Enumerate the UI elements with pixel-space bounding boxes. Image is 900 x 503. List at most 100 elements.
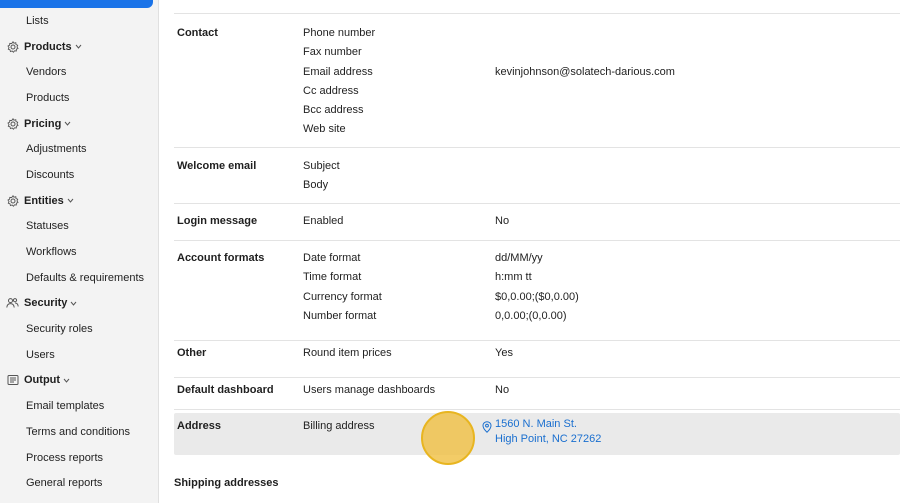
contact-row: Contact Phone number Fax number Email ad… — [174, 24, 900, 148]
email-value: kevinjohnson@solatech-darious.com — [495, 65, 675, 78]
sidebar-section-label: Output — [24, 374, 61, 387]
sidebar-item-terms-and-conditions[interactable]: Terms and conditions — [0, 419, 158, 445]
sidebar-item-label: General reports — [26, 477, 103, 490]
sidebar-section-products[interactable]: Products — [0, 34, 158, 60]
field-body: Body — [303, 179, 329, 192]
login-message-label: Login message — [177, 215, 258, 227]
billing-address-link[interactable]: 1560 N. Main St. High Point, NC 27262 — [482, 417, 601, 447]
gear-icon — [6, 194, 19, 207]
number-format-value: 0,0.00;(0,0.00) — [495, 309, 567, 322]
partial-row — [174, 0, 900, 14]
sidebar-item-label: Email templates — [26, 400, 105, 413]
field-bcc-address: Bcc address — [303, 104, 364, 117]
chevron-down-icon — [67, 197, 74, 204]
sidebar-section-label: Entities — [24, 194, 64, 207]
welcome-email-label: Welcome email — [177, 160, 257, 172]
sidebar-item-label: Lists — [26, 14, 49, 27]
contact-label: Contact — [177, 27, 218, 39]
login-enabled-value: No — [495, 215, 510, 227]
sidebar-section-pricing[interactable]: Pricing — [0, 111, 158, 137]
address-row[interactable]: Address Billing address 1560 N. Main St.… — [174, 413, 900, 455]
address-label: Address — [177, 420, 222, 432]
sidebar-item-label: Discounts — [26, 168, 75, 181]
field-date-format: Date format — [303, 252, 361, 264]
sidebar-section-entities[interactable]: Entities — [0, 188, 158, 214]
gear-icon — [6, 117, 19, 130]
address-line-1[interactable]: 1560 N. Main St. — [495, 417, 601, 432]
sidebar-item-label: Terms and conditions — [26, 425, 130, 438]
shipping-addresses-heading: Shipping addresses — [174, 477, 279, 489]
sidebar-item-statuses[interactable]: Statuses — [0, 214, 158, 240]
chevron-down-icon — [64, 120, 71, 127]
field-billing-address: Billing address — [303, 420, 375, 432]
field-phone-number: Phone number — [303, 27, 376, 39]
currency-format-value: $0,0.00;($0,0.00) — [495, 290, 579, 303]
default-dashboard-label: Default dashboard — [177, 384, 274, 396]
field-round-item-prices: Round item prices — [303, 347, 392, 359]
field-cc-address: Cc address — [303, 84, 359, 97]
sidebar-item-label: Statuses — [26, 220, 69, 233]
sidebar-item-users[interactable]: Users — [0, 342, 158, 368]
sidebar-item-products[interactable]: Products — [0, 85, 158, 111]
field-currency-format: Currency format — [303, 290, 382, 303]
field-fax-number: Fax number — [303, 46, 362, 59]
sidebar-section-security[interactable]: Security — [0, 291, 158, 317]
chevron-down-icon — [70, 300, 77, 307]
sidebar-item-security-roles[interactable]: Security roles — [0, 316, 158, 342]
time-format-value: h:mm tt — [495, 271, 532, 284]
field-time-format: Time format — [303, 271, 362, 284]
sidebar-item-label: Workflows — [26, 246, 77, 259]
sidebar-item-adjustments[interactable]: Adjustments — [0, 136, 158, 162]
sidebar-item-vendors[interactable]: Vendors — [0, 59, 158, 85]
chevron-down-icon — [75, 43, 82, 50]
location-pin-icon — [482, 421, 492, 433]
sidebar-section-label: Security — [24, 297, 68, 310]
sidebar-item-label: Vendors — [26, 66, 67, 79]
sidebar-item-label: Adjustments — [26, 143, 87, 156]
output-icon — [6, 374, 19, 387]
welcome-email-fields: Subject Body — [303, 157, 340, 196]
sidebar-item-label: Users — [26, 348, 55, 361]
field-users-manage-dashboards: Users manage dashboards — [303, 384, 436, 396]
users-manage-dashboards-value: No — [495, 384, 510, 396]
field-enabled: Enabled — [303, 215, 344, 227]
welcome-email-row: Welcome email Subject Body — [174, 157, 900, 204]
gear-icon — [6, 40, 19, 53]
field-email-address: Email address — [303, 65, 373, 78]
sidebar-item-label: Process reports — [26, 451, 104, 464]
sidebar-item-email-templates[interactable]: Email templates — [0, 393, 158, 419]
contact-values: kevinjohnson@solatech-darious.com — [495, 63, 675, 82]
sidebar-item-general-reports[interactable]: General reports — [0, 470, 158, 496]
chevron-down-icon — [63, 377, 70, 384]
other-label: Other — [177, 347, 207, 359]
address-line-2[interactable]: High Point, NC 27262 — [495, 432, 601, 447]
sidebar-item-defaults-requirements[interactable]: Defaults & requirements — [0, 265, 158, 291]
field-number-format: Number format — [303, 309, 377, 322]
sidebar-item-workflows[interactable]: Workflows — [0, 239, 158, 265]
contact-fields: Phone number Fax number Email address Cc… — [303, 24, 375, 140]
sidebar-item-label: Security roles — [26, 323, 93, 336]
users-icon — [6, 297, 19, 310]
account-formats-values: dd/MM/yy h:mm tt $0,0.00;($0,0.00) 0,0.0… — [495, 249, 579, 326]
main-content: Contact Phone number Fax number Email ad… — [160, 0, 900, 503]
account-formats-row: Account formats Date format Time format … — [174, 249, 900, 341]
click-indicator — [421, 411, 475, 465]
default-dashboard-row: Default dashboard Users manage dashboard… — [174, 381, 900, 410]
field-web-site: Web site — [303, 123, 346, 136]
sidebar-item-label: Products — [26, 91, 70, 104]
other-row: Other Round item prices Yes — [174, 344, 900, 378]
sidebar-section-label: Pricing — [24, 117, 62, 130]
round-item-prices-value: Yes — [495, 347, 513, 359]
sidebar-item-discounts[interactable]: Discounts — [0, 162, 158, 188]
sidebar: Lists Products Vendors Products Pricing Adjus… — [0, 0, 159, 503]
login-message-row: Login message Enabled No — [174, 212, 900, 241]
sidebar-item-lists[interactable]: Lists — [0, 8, 158, 34]
account-formats-fields: Date format Time format Currency format … — [303, 249, 382, 326]
sidebar-item-label: Defaults & requirements — [26, 271, 144, 284]
sidebar-section-label: Products — [24, 40, 72, 53]
sidebar-active-item[interactable] — [0, 0, 153, 8]
sidebar-item-process-reports[interactable]: Process reports — [0, 445, 158, 471]
date-format-value: dd/MM/yy — [495, 252, 543, 264]
sidebar-nav: Lists Products Vendors Products Pricing Adjus… — [0, 8, 158, 496]
sidebar-section-output[interactable]: Output — [0, 368, 158, 394]
